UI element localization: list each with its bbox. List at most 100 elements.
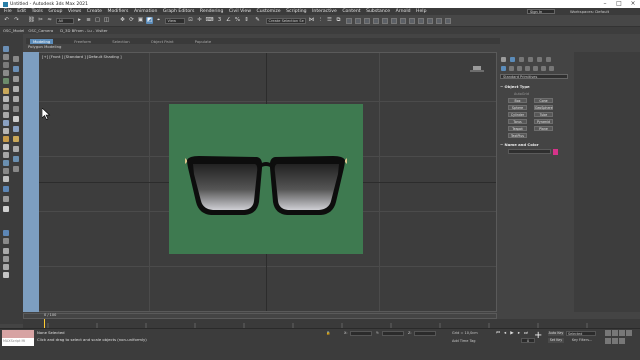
arnold-render-icon[interactable]	[436, 17, 442, 24]
freeform-icon[interactable]	[13, 56, 19, 62]
angle-snap-icon[interactable]: ∠	[225, 17, 232, 24]
sign-in-dropdown[interactable]: Sign In	[527, 9, 555, 14]
helpers-category-icon[interactable]	[533, 66, 538, 71]
previous-frame-icon[interactable]: ◂	[502, 331, 508, 337]
helper-icon[interactable]	[3, 152, 9, 158]
menu-group[interactable]: Group	[48, 9, 62, 14]
motion-icon[interactable]	[3, 70, 9, 76]
y-coordinate-field[interactable]	[382, 331, 404, 336]
maximize-viewport-icon[interactable]	[619, 337, 625, 344]
filter-shapes-icon[interactable]	[3, 196, 9, 202]
ribbon-tab-freeform[interactable]: Freeform	[74, 39, 91, 44]
systems-icon[interactable]	[3, 168, 9, 174]
a360-gallery-icon[interactable]	[427, 17, 433, 24]
hierarchy-icon[interactable]	[3, 62, 9, 68]
field-of-view-icon[interactable]	[626, 330, 632, 336]
filter-cameras-icon[interactable]	[3, 230, 9, 236]
freeze-icon[interactable]	[3, 128, 9, 134]
menu-arnold[interactable]: Arnold	[396, 9, 411, 14]
scene-explorer-icon[interactable]	[3, 96, 9, 102]
select-place-icon[interactable]: ⌖	[155, 17, 162, 24]
next-frame-icon[interactable]: ▸	[516, 331, 522, 337]
key-selection-dropdown[interactable]: Selected	[566, 331, 596, 336]
textplus-button[interactable]: TextPlus	[508, 133, 527, 138]
rectangular-selection-icon[interactable]: ▢	[94, 17, 101, 24]
selection-filter-dropdown[interactable]: All	[56, 17, 74, 24]
keyboard-shortcut-override-icon[interactable]: ⌨	[206, 17, 214, 24]
utilities-icon[interactable]	[3, 88, 9, 94]
substance-icon[interactable]	[445, 17, 451, 24]
ribbon-tab-object-paint[interactable]: Object Paint	[151, 39, 174, 44]
create-icon[interactable]	[3, 46, 9, 52]
camera-icon[interactable]	[3, 144, 9, 150]
link-icon[interactable]: ⛓	[28, 17, 35, 24]
z-coordinate-field[interactable]	[414, 331, 436, 336]
sphere-button[interactable]: Sphere	[508, 105, 527, 110]
auto-key-button[interactable]: Auto Key	[548, 331, 564, 336]
light-icon[interactable]	[3, 136, 9, 142]
menu-content[interactable]: Content	[342, 9, 360, 14]
cameras-category-icon[interactable]	[525, 66, 530, 71]
current-time-marker[interactable]	[44, 319, 45, 328]
select-manipulate-icon[interactable]: ✛	[196, 17, 203, 24]
gear-icon[interactable]	[13, 166, 19, 172]
cylinder-icon[interactable]	[13, 86, 19, 92]
menu-modifiers[interactable]: Modifiers	[107, 9, 128, 14]
menu-help[interactable]: Help	[416, 9, 426, 14]
geosphere-button[interactable]: GeoSphere	[534, 105, 553, 110]
render-setup-icon[interactable]	[382, 17, 388, 24]
grid-icon[interactable]	[13, 66, 19, 72]
menu-substance[interactable]: Substance	[366, 9, 390, 14]
name-and-color-rollout[interactable]: − Name and Color	[500, 142, 539, 147]
spacewarps-category-icon[interactable]	[541, 66, 546, 71]
shapes-category-icon[interactable]	[509, 66, 514, 71]
ribbon-tab-modeling[interactable]: Modeling	[30, 38, 54, 44]
menu-graph-editors[interactable]: Graph Editors	[163, 9, 195, 14]
render-in-cloud-icon[interactable]	[409, 17, 415, 24]
go-to-end-icon[interactable]: ⏭	[523, 331, 529, 337]
rendered-frame-window-icon[interactable]	[391, 17, 397, 24]
zoom-all-icon[interactable]	[612, 330, 618, 336]
filter-groups-icon[interactable]	[3, 256, 9, 262]
select-object-icon[interactable]: ▸	[76, 17, 83, 24]
unlink-icon[interactable]: ✂	[37, 17, 44, 24]
display-icon[interactable]	[3, 78, 9, 84]
menu-create[interactable]: Create	[87, 9, 102, 14]
filter-xrefs-icon[interactable]	[3, 264, 9, 270]
select-move-icon[interactable]: ✥	[119, 17, 126, 24]
plane-button[interactable]: Plane	[534, 126, 553, 131]
cylinder-button[interactable]: Cylinder	[508, 112, 527, 117]
menu-file[interactable]: File	[4, 9, 12, 14]
hierarchy-tab-icon[interactable]	[519, 57, 524, 62]
zoom-icon[interactable]	[605, 330, 611, 336]
key-filters-button[interactable]: Key Filters...	[572, 338, 592, 342]
add-icon[interactable]: +	[534, 330, 544, 342]
object-type-rollout[interactable]: − Object Type	[500, 84, 530, 89]
utilities-tab-icon[interactable]	[546, 57, 551, 62]
lights-category-icon[interactable]	[517, 66, 522, 71]
sort-icon[interactable]	[3, 112, 9, 118]
polygon-modeling-panel[interactable]: Polygon Modeling	[26, 44, 96, 50]
toggle-scene-explorer-icon[interactable]: ☰	[326, 17, 333, 24]
cone-button[interactable]: Cone	[534, 98, 553, 103]
select-rotate-icon[interactable]: ⟳	[128, 17, 135, 24]
hide-icon[interactable]	[3, 120, 9, 126]
maximize-button[interactable]: □	[612, 0, 626, 8]
target-icon[interactable]	[13, 146, 19, 152]
add-time-tag[interactable]: Add Time Tag	[452, 339, 476, 343]
menu-tools[interactable]: Tools	[32, 9, 43, 14]
sphere-icon[interactable]	[13, 76, 19, 82]
schematic-view-icon[interactable]	[364, 17, 370, 24]
set-key-button[interactable]: Set Key	[548, 338, 564, 343]
percent-snap-icon[interactable]: %	[234, 17, 241, 24]
scene-tab-osc-model[interactable]: OSC_Model	[3, 28, 24, 33]
reference-coordinate-dropdown[interactable]: View	[165, 17, 185, 24]
menu-rendering[interactable]: Rendering	[200, 9, 223, 14]
material-editor-icon[interactable]	[373, 17, 379, 24]
x-coordinate-field[interactable]	[350, 331, 372, 336]
snaps-toggle-icon[interactable]: 3	[216, 17, 223, 24]
primitive-type-dropdown[interactable]: Standard Primitives	[500, 74, 568, 79]
autogrid-checkbox[interactable]: AutoGrid	[514, 92, 529, 96]
zoom-extents-icon[interactable]	[619, 330, 625, 336]
menu-views[interactable]: Views	[68, 9, 81, 14]
